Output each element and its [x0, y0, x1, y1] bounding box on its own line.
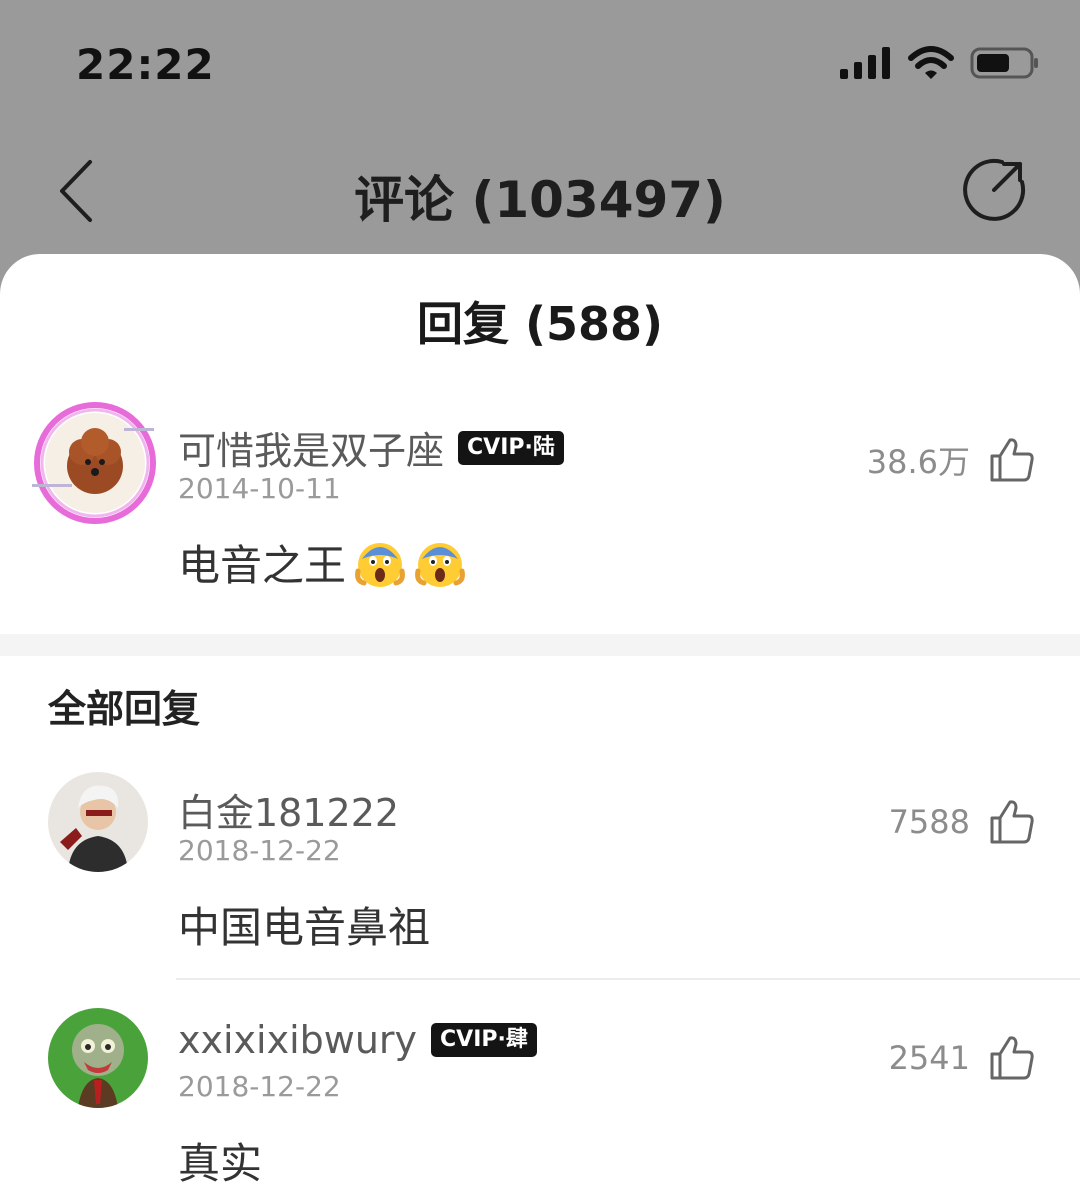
- user-name[interactable]: 白金181222: [178, 782, 399, 837]
- share-icon[interactable]: [962, 156, 1028, 222]
- avatar[interactable]: [48, 772, 148, 872]
- section-header: 全部回复: [48, 687, 201, 731]
- user-name-text[interactable]: xxixixibwury: [178, 1018, 417, 1062]
- user-name-text[interactable]: 白金181222: [178, 782, 399, 837]
- comment-date: 2018-12-22: [178, 834, 341, 867]
- scream-emoji-icon: [355, 542, 405, 587]
- user-name-text[interactable]: 可惜我是双子座: [178, 420, 444, 475]
- like-count: 7588: [888, 803, 970, 841]
- comment-text: 中国电音鼻祖: [178, 903, 431, 952]
- replies-sheet: 回复 (588) 可惜我是双子座 CVIP·陆 2014-10-11 38.6万…: [0, 254, 1080, 1201]
- sheet-title: 回复 (588): [416, 297, 664, 351]
- battery-icon: [970, 47, 1038, 79]
- status-bar: 22:22: [0, 0, 1080, 120]
- like-button[interactable]: 38.6万: [867, 436, 1036, 484]
- like-count: 2541: [888, 1039, 970, 1077]
- comment-date: 2014-10-11: [178, 472, 341, 505]
- comment-content: 真实: [178, 1130, 262, 1191]
- wifi-icon: [908, 46, 954, 79]
- like-button[interactable]: 7588: [889, 798, 1036, 846]
- scream-emoji-icon: [415, 542, 465, 587]
- user-name[interactable]: xxixixibwury CVIP·肆: [178, 1018, 537, 1062]
- like-count: 38.6万: [866, 443, 970, 481]
- avatar[interactable]: [48, 1008, 148, 1108]
- comment-text: 电音之王: [178, 541, 347, 590]
- comment-content: 中国电音鼻祖: [178, 894, 430, 955]
- user-name[interactable]: 可惜我是双子座 CVIP·陆: [178, 420, 564, 475]
- vip-badge: CVIP·陆: [458, 430, 564, 465]
- section-divider: [0, 634, 1080, 656]
- page-title: 评论 (103497): [354, 171, 726, 229]
- avatar[interactable]: [32, 402, 156, 524]
- comment-date: 2018-12-22: [178, 1070, 341, 1103]
- row-divider: [176, 978, 1080, 980]
- vip-badge: CVIP·肆: [431, 1023, 537, 1057]
- comment-content: 电音之王: [178, 532, 466, 593]
- thumbs-up-icon: [990, 438, 1034, 482]
- thumbs-up-icon: [990, 800, 1034, 844]
- thumbs-up-icon: [990, 1036, 1034, 1080]
- signal-icon: [840, 47, 890, 79]
- status-time: 22:22: [76, 40, 215, 89]
- nav-bar: 评论 (103497): [0, 120, 1080, 260]
- like-button[interactable]: 2541: [889, 1034, 1036, 1082]
- status-icons: [840, 46, 1040, 80]
- comment-text: 真实: [178, 1139, 263, 1188]
